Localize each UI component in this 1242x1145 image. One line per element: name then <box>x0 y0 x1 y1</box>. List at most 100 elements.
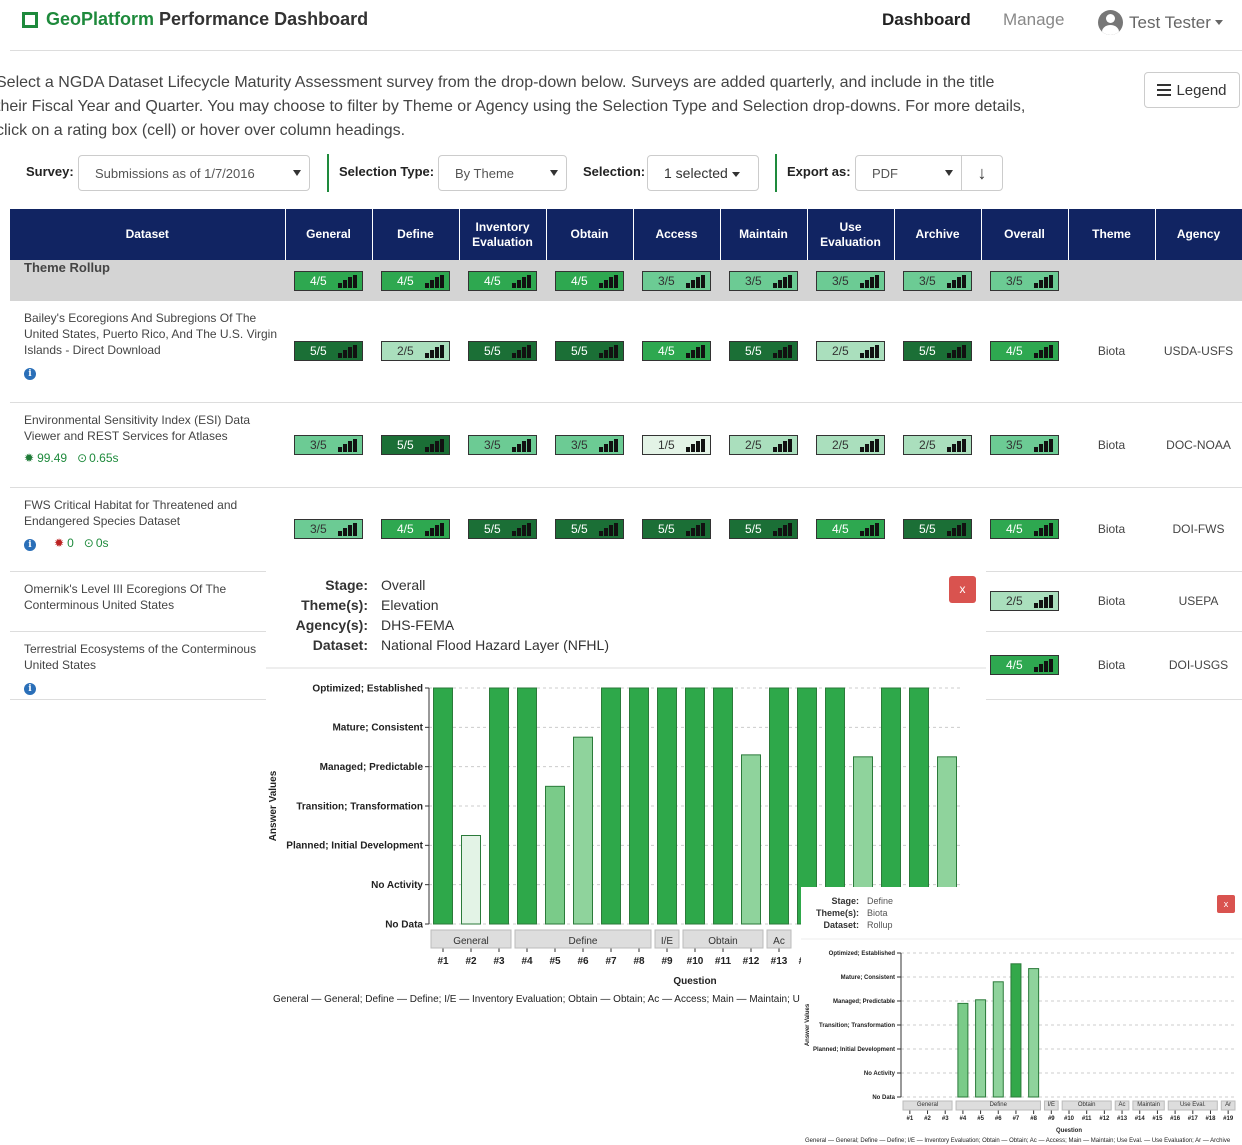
rating-cell[interactable]: 3/5 <box>555 434 624 455</box>
bar[interactable] <box>461 835 481 925</box>
rating-cell[interactable]: 4/5 <box>990 655 1059 675</box>
legend-button[interactable]: Legend <box>1144 72 1240 108</box>
rating-cell[interactable]: 2/5 <box>381 341 450 362</box>
rating-cell[interactable]: 4/5 <box>381 270 450 291</box>
dataset-name[interactable]: Omernik's Level III Ecoregions Of The Co… <box>24 581 279 613</box>
rating-cell[interactable]: 4/5 <box>468 270 537 291</box>
bar[interactable] <box>573 736 593 925</box>
bar[interactable] <box>769 687 789 925</box>
selection-multiselect[interactable]: 1 selected <box>647 155 759 191</box>
bar[interactable] <box>517 687 537 925</box>
bar[interactable] <box>957 1002 969 1098</box>
rating-cell[interactable]: 4/5 <box>816 519 885 539</box>
status-burst-icon: ✹ <box>54 535 65 550</box>
column-header[interactable]: Archive <box>894 209 982 260</box>
chevron-down-icon <box>1214 20 1223 25</box>
bar[interactable] <box>629 687 649 925</box>
column-header[interactable]: Dataset <box>10 209 286 260</box>
rating-cell[interactable]: 5/5 <box>903 341 972 362</box>
rating-cell[interactable]: 4/5 <box>990 519 1059 539</box>
info-icon[interactable]: i <box>24 538 36 551</box>
signal-bars-icon <box>599 274 618 288</box>
rating-td: 2/5 <box>894 402 981 488</box>
bar[interactable] <box>741 754 761 925</box>
download-button[interactable]: ↓ <box>961 155 1003 191</box>
column-header[interactable]: Define <box>372 209 460 260</box>
rating-cell[interactable]: 5/5 <box>555 519 624 539</box>
popup-themes-label: Theme(s): <box>280 597 368 617</box>
bar[interactable] <box>713 687 733 925</box>
survey-select[interactable]: Submissions as of 1/7/2016 <box>78 155 310 191</box>
column-header[interactable]: Agency <box>1155 209 1242 260</box>
rating-cell[interactable]: 5/5 <box>381 434 450 455</box>
x-axis-label: Question <box>673 976 716 987</box>
info-icon[interactable]: i <box>24 368 36 380</box>
rating-value: 4/5 <box>397 273 414 288</box>
rating-cell[interactable]: 5/5 <box>729 341 798 362</box>
rating-cell[interactable]: 3/5 <box>294 434 363 455</box>
export-select[interactable]: PDF <box>855 155 962 191</box>
rating-cell[interactable]: 4/5 <box>555 270 624 291</box>
column-header[interactable]: Overall <box>981 209 1069 260</box>
brand[interactable]: GeoPlatform Performance Dashboard <box>22 9 368 30</box>
column-header[interactable]: Theme <box>1068 209 1156 260</box>
column-header[interactable]: Maintain <box>720 209 808 260</box>
column-header[interactable]: Access <box>633 209 721 260</box>
nav-manage[interactable]: Manage <box>1003 10 1064 30</box>
rating-cell[interactable]: 4/5 <box>381 519 450 539</box>
rating-cell[interactable]: 5/5 <box>729 519 798 539</box>
rating-cell[interactable]: 3/5 <box>990 270 1059 291</box>
rating-cell[interactable]: 4/5 <box>990 341 1059 362</box>
bar[interactable] <box>1028 968 1040 1098</box>
selection-type-select[interactable]: By Theme <box>438 155 567 191</box>
rating-cell[interactable]: 3/5 <box>729 270 798 291</box>
column-header[interactable]: Inventory Evaluation <box>459 209 547 260</box>
rating-cell[interactable]: 3/5 <box>816 270 885 291</box>
dataset-name[interactable]: Bailey's Ecoregions And Subregions Of Th… <box>24 310 279 358</box>
popup2-close-button[interactable]: x <box>1217 895 1235 913</box>
bar[interactable] <box>433 687 453 925</box>
nav-dashboard[interactable]: Dashboard <box>882 10 971 30</box>
rating-cell[interactable]: 1/5 <box>642 434 711 455</box>
rating-cell[interactable]: 2/5 <box>816 341 885 362</box>
dataset-name[interactable]: FWS Critical Habitat for Threatened and … <box>24 497 279 529</box>
rating-cell[interactable]: 3/5 <box>903 270 972 291</box>
column-header[interactable]: General <box>285 209 373 260</box>
dataset-cell: Omernik's Level III Ecoregions Of The Co… <box>10 571 285 632</box>
rating-cell[interactable]: 5/5 <box>642 519 711 539</box>
bar[interactable] <box>601 687 621 925</box>
y-tick-label: Optimized; Established <box>829 951 896 957</box>
bar[interactable] <box>489 687 509 925</box>
rating-cell[interactable]: 3/5 <box>468 434 537 455</box>
rating-cell[interactable]: 2/5 <box>990 591 1059 611</box>
bar[interactable] <box>992 981 1004 1098</box>
rating-cell[interactable]: 5/5 <box>468 519 537 539</box>
bar[interactable] <box>975 999 987 1098</box>
rating-cell[interactable]: 4/5 <box>294 270 363 291</box>
rating-cell[interactable]: 5/5 <box>294 341 363 362</box>
rating-cell[interactable]: 3/5 <box>294 519 363 539</box>
bar[interactable] <box>1010 963 1022 1098</box>
rating-cell[interactable]: 5/5 <box>468 341 537 362</box>
bar[interactable] <box>657 687 677 925</box>
column-header[interactable]: Use Evaluation <box>807 209 895 260</box>
rating-cell[interactable]: 3/5 <box>990 434 1059 455</box>
y-tick-label: Optimized; Established <box>312 683 423 694</box>
rating-cell[interactable]: 2/5 <box>903 434 972 455</box>
dataset-name[interactable]: Environmental Sensitivity Index (ESI) Da… <box>24 412 279 444</box>
rating-cell[interactable]: 2/5 <box>729 434 798 455</box>
rating-cell[interactable]: 4/5 <box>642 341 711 362</box>
rating-cell[interactable]: 5/5 <box>903 519 972 539</box>
rating-cell[interactable]: 5/5 <box>555 341 624 362</box>
rating-cell[interactable]: 3/5 <box>642 270 711 291</box>
rating-cell[interactable]: 2/5 <box>816 434 885 455</box>
user-menu[interactable]: Test Tester <box>1098 10 1223 35</box>
bar[interactable] <box>685 687 705 925</box>
popup-close-button[interactable]: x <box>949 576 976 603</box>
info-icon[interactable]: i <box>24 682 36 695</box>
column-header[interactable]: Obtain <box>546 209 634 260</box>
abbrev-legend: General — General; Define — Define; I/E … <box>805 1138 1231 1144</box>
dataset-name[interactable]: Terrestrial Ecosystems of the Contermino… <box>24 641 279 673</box>
bar[interactable] <box>545 785 565 925</box>
signal-bars-icon <box>425 438 444 452</box>
